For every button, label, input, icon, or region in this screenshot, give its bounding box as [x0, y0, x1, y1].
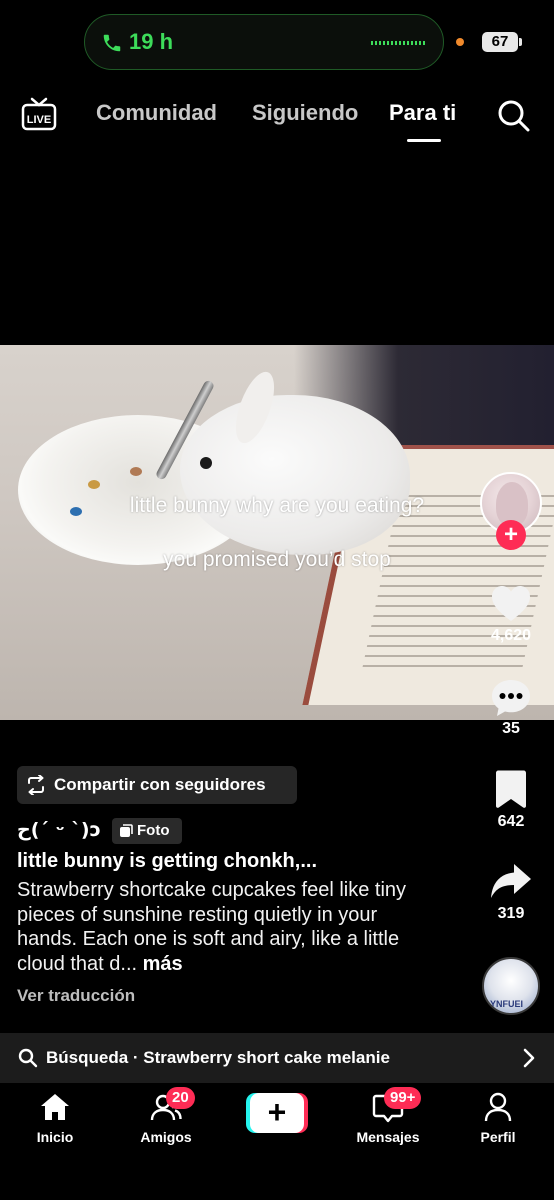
photo-cereal: [130, 467, 142, 476]
photo-cereal: [88, 480, 100, 489]
nav-mensajes[interactable]: 99+ Mensajes: [338, 1083, 438, 1163]
nav-perfil-label: Perfil: [480, 1129, 516, 1145]
tab-siguiendo[interactable]: Siguiendo: [252, 100, 358, 126]
post-photo[interactable]: [0, 345, 554, 720]
svg-text:LIVE: LIVE: [27, 114, 51, 126]
related-search-bar[interactable]: Búsqueda · Strawberry short cake melanie: [0, 1033, 554, 1083]
nav-mensajes-label: Mensajes: [356, 1129, 420, 1145]
tab-para-ti[interactable]: Para ti: [389, 100, 456, 126]
nav-inicio-label: Inicio: [36, 1129, 74, 1145]
chevron-right-icon: [523, 1048, 535, 1068]
music-disc-label: YNFUEI: [490, 999, 524, 1009]
bookmark-icon[interactable]: [489, 768, 533, 812]
share-with-followers-button[interactable]: Compartir con seguidores: [17, 766, 297, 804]
mic-indicator-dot: [456, 38, 464, 46]
nav-inicio[interactable]: Inicio: [5, 1083, 105, 1163]
share-count: 319: [497, 905, 525, 922]
post-description-text: Strawberry shortcake cupcakes feel like …: [17, 879, 407, 975]
search-icon[interactable]: [497, 99, 531, 133]
like-count: 4,620: [490, 627, 532, 644]
phone-icon: [103, 34, 121, 52]
create-button[interactable]: +: [246, 1093, 308, 1133]
battery-indicator: 67: [482, 32, 522, 52]
more-link[interactable]: más: [143, 953, 183, 975]
photo-icon: [120, 824, 133, 837]
tab-comunidad[interactable]: Comunidad: [96, 100, 217, 126]
friends-badge: 20: [166, 1087, 195, 1109]
search-icon: [18, 1048, 38, 1068]
save-count: 642: [497, 813, 525, 830]
home-icon: [41, 1094, 69, 1120]
photo-bunny-eye: [200, 457, 212, 469]
see-translation-link[interactable]: Ver traducción: [17, 986, 135, 1006]
follow-button[interactable]: +: [496, 520, 526, 550]
share-with-followers-label: Compartir con seguidores: [54, 775, 266, 794]
nav-amigos[interactable]: 20 Amigos: [116, 1083, 216, 1163]
repost-icon: [28, 775, 44, 795]
nav-amigos-label: Amigos: [140, 1129, 192, 1145]
plus-icon: +: [250, 1093, 304, 1133]
music-disc[interactable]: YNFUEI: [482, 957, 540, 1015]
active-tab-indicator: [407, 139, 441, 142]
messages-badge: 99+: [384, 1087, 422, 1109]
live-icon[interactable]: LIVE: [20, 96, 58, 132]
profile-icon: [484, 1092, 512, 1122]
overlay-caption-line-1: little bunny why are you eating?: [129, 494, 425, 517]
comment-icon[interactable]: [489, 676, 533, 720]
photo-type-label: Foto: [137, 822, 170, 839]
call-duration: 19 h: [129, 29, 174, 54]
related-search-text: Búsqueda · Strawberry short cake melanie: [46, 1048, 390, 1067]
bottom-navigation: Inicio 20 Amigos + 99+ Mensajes Perfil: [0, 1083, 554, 1200]
heart-icon[interactable]: [489, 582, 533, 626]
ongoing-call-pill[interactable]: 19 h: [84, 14, 444, 70]
comment-count: 35: [502, 720, 520, 737]
nav-perfil[interactable]: Perfil: [448, 1083, 548, 1163]
share-arrow-icon[interactable]: [489, 860, 533, 904]
overlay-caption-line-2: you promised you’d stop: [163, 548, 391, 571]
photo-type-badge: Foto: [112, 818, 182, 844]
audio-waveform: [371, 41, 427, 45]
post-title[interactable]: little bunny is getting chonkh,...: [17, 850, 317, 873]
post-description[interactable]: Strawberry shortcake cupcakes feel like …: [17, 878, 427, 976]
author-username[interactable]: ح(ˊ ᵕ ˋ)ɔ: [17, 819, 101, 841]
